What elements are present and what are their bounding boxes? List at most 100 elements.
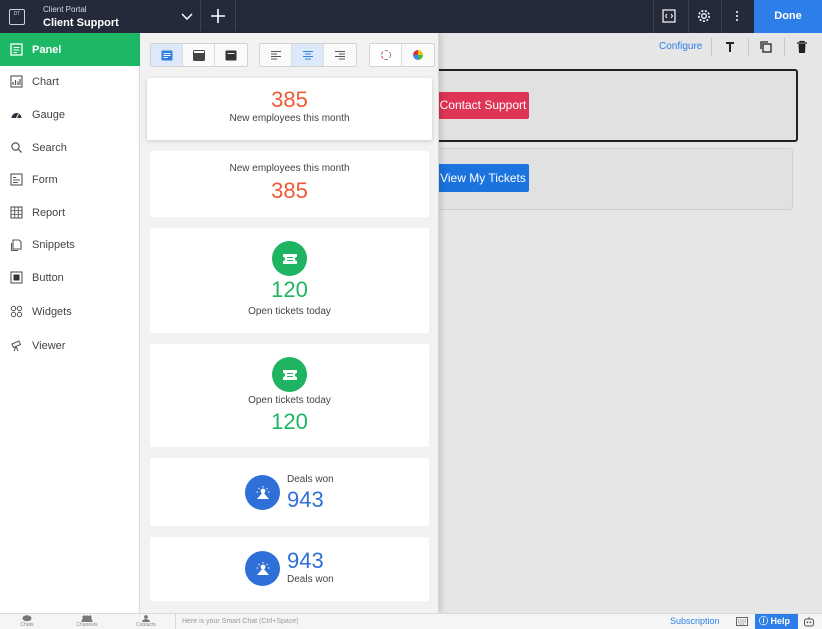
sidebar-item-label: Widgets (32, 305, 72, 318)
chart-icon (9, 75, 23, 89)
report-icon (9, 206, 23, 220)
divider (711, 38, 712, 56)
divider (200, 0, 201, 33)
sidebar-item-search[interactable]: Search (0, 131, 140, 164)
panel-icon (9, 43, 23, 57)
more-icon[interactable] (729, 8, 745, 24)
delete-icon[interactable] (795, 40, 809, 54)
contacts-tab[interactable]: Contacts (131, 615, 161, 629)
panel-template-card[interactable]: Open tickets today 120 (150, 344, 429, 447)
channels-tab[interactable]: Channels (72, 615, 102, 629)
sidebar-item-label: Panel (32, 43, 62, 56)
portal-name: Client Portal (43, 5, 87, 14)
bot-icon[interactable] (803, 616, 815, 627)
sidebar-item-label: Report (32, 206, 66, 219)
panel-template-card[interactable]: New employees this month 385 (150, 151, 429, 217)
kpi-value: 385 (271, 87, 308, 112)
app-logo[interactable]: DT (9, 9, 25, 25)
kpi-caption: Open tickets today (248, 395, 331, 406)
sidebar-item-viewer[interactable]: Viewer (0, 329, 140, 362)
sidebar-item-snippets[interactable]: Snippets (0, 228, 140, 261)
chevron-down-icon[interactable] (179, 8, 195, 24)
deal-icon (245, 475, 280, 510)
chat-icon (22, 615, 32, 622)
panel-template-card[interactable]: 120 Open tickets today (150, 228, 429, 333)
kpi-value: 120 (271, 409, 308, 434)
contact-support-button[interactable]: Contact Support (437, 92, 529, 119)
divider (721, 0, 722, 33)
kpi-caption: New employees this month (229, 113, 350, 124)
style-dark-button[interactable] (215, 44, 247, 66)
sidebar-item-label: Viewer (32, 339, 66, 352)
sidebar-item-button[interactable]: Button (0, 261, 140, 294)
kpi-value: 943 (287, 487, 324, 512)
ticket-icon (272, 241, 307, 276)
subscription-link[interactable]: Subscription (670, 616, 720, 626)
color-toggle-group (369, 43, 435, 67)
kpi-value: 943 (287, 548, 324, 573)
gauge-icon (9, 108, 23, 122)
divider (748, 38, 749, 56)
align-left-icon[interactable] (260, 44, 292, 66)
color-palette-icon[interactable] (402, 44, 434, 66)
gear-icon[interactable] (696, 8, 712, 24)
help-label: Help (770, 616, 791, 626)
sidebar-item-form[interactable]: Form (0, 163, 140, 196)
sidebar-item-gauge[interactable]: Gauge (0, 98, 140, 131)
color-none-icon[interactable] (370, 44, 402, 66)
top-bar: DT Client Portal Client Support Done (0, 0, 822, 33)
kpi-caption: New employees this month (229, 163, 350, 174)
style-medium-button[interactable] (183, 44, 215, 66)
channels-icon (81, 615, 93, 622)
channels-tab-label: Channels (76, 622, 98, 628)
panel-template-card[interactable]: Deals won 943 (150, 458, 429, 526)
sidebar-item-chart[interactable]: Chart (0, 65, 140, 98)
kpi-value: 120 (271, 277, 308, 302)
chats-tab-label: Chats (20, 622, 34, 628)
panel-template-card[interactable]: 943 Deals won (150, 537, 429, 601)
text-icon[interactable] (723, 40, 737, 54)
app-name[interactable]: Client Support (43, 17, 119, 29)
keyboard-icon[interactable] (736, 617, 748, 626)
sidebar-item-panel[interactable]: Panel (0, 33, 140, 66)
bottom-bar: Chats Channels Contacts Here is your Sma… (0, 613, 822, 629)
style-light-button[interactable] (151, 44, 183, 66)
chats-tab[interactable]: Chats (12, 615, 42, 629)
view-tickets-button[interactable]: View My Tickets (437, 164, 529, 192)
align-right-icon[interactable] (324, 44, 356, 66)
code-icon[interactable] (661, 8, 677, 24)
sidebar-item-label: Gauge (32, 108, 66, 121)
sidebar-item-label: Form (32, 173, 58, 186)
kpi-value: 385 (271, 178, 308, 203)
help-icon: ⓘ (759, 616, 769, 626)
divider (653, 0, 654, 33)
kpi-caption: Deals won (287, 574, 334, 585)
help-button[interactable]: ⓘ Help (755, 614, 798, 629)
sidebar-item-report[interactable]: Report (0, 196, 140, 229)
button-icon (9, 271, 23, 285)
copy-icon[interactable] (759, 40, 773, 54)
viewer-icon (9, 339, 23, 353)
sidebar-item-widgets[interactable]: Widgets (0, 295, 140, 328)
panel-template-card[interactable]: 385 New employees this month (147, 78, 432, 140)
component-sidebar: Panel Chart Gauge Search Form Report Sni… (0, 33, 140, 613)
style-toggle-group (150, 43, 248, 67)
divider (235, 0, 236, 33)
divider (784, 38, 785, 56)
sidebar-item-label: Snippets (32, 238, 75, 251)
add-icon[interactable] (208, 6, 228, 26)
sidebar-item-label: Search (32, 141, 67, 154)
snippets-icon (9, 238, 23, 252)
sidebar-item-label: Chart (32, 75, 59, 88)
configure-link[interactable]: Configure (659, 41, 702, 52)
search-icon (9, 141, 23, 155)
done-button[interactable]: Done (754, 0, 822, 33)
align-center-icon[interactable] (292, 44, 324, 66)
widgets-icon (9, 305, 23, 319)
ticket-icon (272, 357, 307, 392)
kpi-caption: Open tickets today (248, 306, 331, 317)
smart-chat-input[interactable]: Here is your Smart Chat (Ctrl+Space) (175, 614, 665, 629)
divider (688, 0, 689, 33)
contacts-tab-label: Contacts (136, 622, 156, 628)
form-icon (9, 173, 23, 187)
